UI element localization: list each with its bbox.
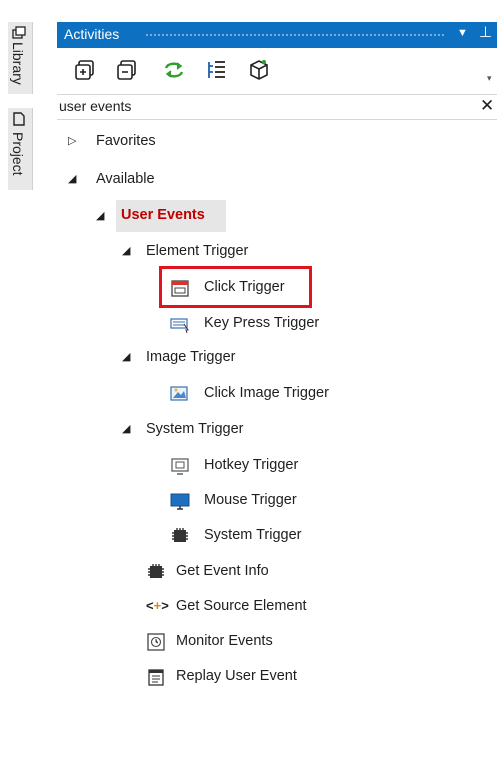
- tree-item-image-trigger[interactable]: ◢ Image Trigger: [122, 346, 372, 376]
- search-bar: ✕: [57, 94, 497, 120]
- collapse-arrow-icon[interactable]: ◢: [122, 350, 130, 363]
- library-tab-text: Library: [10, 42, 26, 85]
- monitor-events-icon: [147, 633, 165, 651]
- tree-item-hotkey-trigger[interactable]: Hotkey Trigger: [170, 454, 390, 484]
- search-input[interactable]: [59, 97, 459, 115]
- collapse-arrow-icon[interactable]: ◢: [68, 172, 76, 185]
- chip-icon: [172, 528, 188, 542]
- side-dock: [0, 0, 48, 780]
- tree-item-label: Element Trigger: [146, 243, 249, 259]
- tree-item-monitor-events[interactable]: Monitor Events: [146, 630, 366, 660]
- collapse-all-icon[interactable]: [115, 58, 139, 82]
- tree-item-key-press-trigger[interactable]: Key Press Trigger: [170, 312, 390, 342]
- toolbar-overflow-icon[interactable]: ▾: [487, 73, 492, 84]
- tree-item-system-trigger-group[interactable]: ◢ System Trigger: [122, 418, 372, 448]
- collapse-arrow-icon[interactable]: ◢: [96, 209, 104, 222]
- tree-item-label: Available: [96, 171, 155, 187]
- tree-item-label: System Trigger: [204, 527, 302, 543]
- tree-item-label: System Trigger: [146, 421, 244, 437]
- tree-item-label: Image Trigger: [146, 349, 236, 365]
- keyboard-icon: [170, 318, 189, 334]
- expand-arrow-icon[interactable]: ▷: [68, 134, 76, 147]
- refresh-icon[interactable]: [162, 58, 186, 82]
- monitor-icon: [170, 493, 190, 510]
- tree-item-get-event-info[interactable]: Get Event Info: [146, 560, 366, 590]
- collapse-arrow-icon[interactable]: ◢: [122, 244, 130, 257]
- package-icon[interactable]: [247, 58, 271, 82]
- tree-item-label: Get Source Element: [176, 598, 307, 614]
- dropdown-arrow-icon[interactable]: ▼: [457, 27, 468, 39]
- tree-item-label: Favorites: [96, 133, 156, 149]
- tree-item-click-image-trigger[interactable]: Click Image Trigger: [170, 382, 390, 412]
- activities-title-bar: Activities ▼ ⊥: [57, 22, 497, 48]
- pin-icon[interactable]: ⊥: [479, 23, 492, 41]
- tree-item-label: Monitor Events: [176, 633, 273, 649]
- filter-list-icon[interactable]: [205, 58, 229, 82]
- collapse-arrow-icon[interactable]: ◢: [122, 422, 130, 435]
- tree-item-label: Hotkey Trigger: [204, 457, 299, 473]
- image-icon: [170, 386, 188, 401]
- tree-item-available[interactable]: ◢ Available: [68, 168, 368, 198]
- tree-item-system-trigger[interactable]: System Trigger: [170, 524, 390, 554]
- replay-event-icon: [148, 669, 164, 686]
- tree-item-mouse-trigger[interactable]: Mouse Trigger: [170, 489, 390, 519]
- expand-all-icon[interactable]: [73, 58, 97, 82]
- tree-item-label: User Events: [121, 207, 205, 223]
- library-tab-label: Library: [10, 42, 26, 90]
- tree-item-user-events[interactable]: User Events: [116, 200, 226, 232]
- close-icon[interactable]: ✕: [480, 96, 494, 116]
- toolbar: ▾: [57, 48, 497, 90]
- code-brackets-icon: <+>: [146, 598, 169, 613]
- tree-item-label: Get Event Info: [176, 563, 269, 579]
- tree-item-label: Mouse Trigger: [204, 492, 297, 508]
- title-bar-grip[interactable]: [145, 33, 445, 38]
- tree-item-get-source-element[interactable]: <+> Get Source Element: [146, 595, 386, 625]
- library-icon: [12, 26, 26, 39]
- project-tab-text: Project: [10, 132, 26, 176]
- tree-item-label: Key Press Trigger: [204, 315, 320, 331]
- chip-icon: [148, 564, 164, 578]
- project-icon: [13, 112, 25, 126]
- tree-item-label: Click Image Trigger: [204, 385, 329, 401]
- project-tab-label: Project: [10, 132, 26, 181]
- tree-item-replay-user-event[interactable]: Replay User Event: [146, 665, 366, 695]
- highlight-box: [159, 266, 312, 308]
- tree-item-label: Replay User Event: [176, 668, 297, 684]
- hotkey-icon: [171, 458, 189, 475]
- panel-title: Activities: [64, 26, 120, 42]
- tree-item-favorites[interactable]: ▷ Favorites: [68, 130, 368, 160]
